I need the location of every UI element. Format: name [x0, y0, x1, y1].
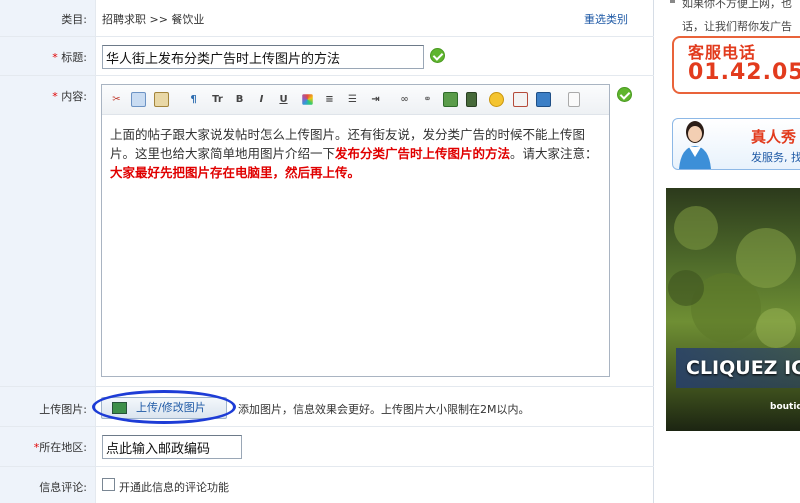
post-form: 类目: 招聘求职 >> 餐饮业 重选类别 * 标题: * 内容: ✂ ¶ Tr … — [0, 0, 654, 503]
comment-label: 信息评论: — [0, 467, 96, 503]
content-label: * 内容: — [0, 76, 96, 386]
bullet-icon — [670, 0, 675, 3]
link-icon[interactable]: ∞ — [397, 92, 412, 107]
category-label: 类目: — [0, 0, 96, 36]
editor-toolbar: ✂ ¶ Tr B I U ≡ ☰ ⇥ ∞ ⚭ — [102, 85, 609, 115]
category-value: 招聘求职 >> 餐饮业 — [102, 13, 205, 26]
check-valid-icon — [430, 48, 445, 63]
sidebar-note-line1: 如果你不方便上网，也 — [682, 0, 792, 10]
title-label: * 标题: — [0, 37, 96, 75]
category-row: 类目: 招聘求职 >> 餐饮业 重选类别 — [0, 0, 654, 37]
content-highlight-method: 发布分类广告时上传图片的方法 — [335, 146, 511, 161]
postal-code-input[interactable] — [102, 435, 242, 459]
service-banner[interactable]: 真人秀 发服务, 找 — [672, 118, 800, 170]
edit-icon[interactable] — [513, 92, 528, 107]
copy-icon[interactable] — [131, 92, 146, 107]
list-icon[interactable]: ☰ — [345, 92, 360, 107]
region-label: *所在地区: — [0, 427, 96, 466]
highlight-ellipse — [92, 390, 236, 424]
unlink-icon[interactable]: ⚭ — [420, 92, 435, 107]
reselect-category-link[interactable]: 重选类别 — [584, 11, 628, 27]
enable-comments-checkbox[interactable] — [102, 478, 115, 491]
ad-cta-text[interactable]: CLIQUEZ ICI — [676, 348, 800, 388]
ad-background-image — [668, 206, 796, 348]
service-subtitle: 发服务, 找 — [751, 151, 800, 164]
upload-hint: 添加图片，信息效果会更好。上传图片大小限制在2M以内。 — [238, 403, 530, 416]
paste-icon[interactable] — [154, 92, 169, 107]
hotline-banner[interactable]: 客服电话 01.42.05 — [672, 36, 800, 94]
service-title: 真人秀 — [751, 128, 797, 146]
bold-icon[interactable]: B — [232, 92, 247, 107]
title-row: * 标题: — [0, 37, 654, 76]
emoticon-icon[interactable] — [489, 92, 504, 107]
font-size-icon[interactable]: Tr — [210, 92, 225, 107]
content-row: * 内容: ✂ ¶ Tr B I U ≡ ☰ ⇥ ∞ ⚭ 上面的帖子跟大家说发帖… — [0, 76, 654, 387]
hotline-number: 01.42.05 — [688, 60, 800, 85]
region-row: *所在地区: — [0, 427, 654, 467]
document-icon[interactable] — [568, 92, 580, 107]
format-icon[interactable]: ¶ — [186, 92, 201, 107]
rich-text-editor[interactable]: ✂ ¶ Tr B I U ≡ ☰ ⇥ ∞ ⚭ 上面的帖子跟大家说发帖时怎么上传图… — [101, 84, 610, 377]
indent-icon[interactable]: ⇥ — [368, 92, 383, 107]
media-icon[interactable] — [466, 92, 477, 107]
italic-icon[interactable]: I — [254, 92, 269, 107]
upload-label: 上传图片: — [0, 387, 96, 426]
agent-avatar-icon — [679, 121, 711, 169]
title-input[interactable] — [102, 45, 424, 69]
content-highlight-tip: 大家最好先把图片存在电脑里，然后再上传。 — [110, 165, 361, 180]
upload-row: 上传图片: 上传/修改图片 添加图片，信息效果会更好。上传图片大小限制在2M以内… — [0, 387, 654, 427]
align-icon[interactable]: ≡ — [322, 92, 337, 107]
comment-row: 信息评论: 开通此信息的评论功能 — [0, 467, 654, 503]
ad-brand-text: boutiq — [770, 402, 800, 412]
image-icon[interactable] — [443, 92, 458, 107]
color-icon[interactable] — [302, 94, 313, 105]
content-text-note: 。请大家注意： — [510, 146, 598, 161]
cut-icon[interactable]: ✂ — [109, 92, 124, 107]
enable-comments-label[interactable]: 开通此信息的评论功能 — [119, 479, 229, 495]
advertisement-banner[interactable]: CLIQUEZ ICI boutiq — [666, 188, 800, 431]
editor-content[interactable]: 上面的帖子跟大家说发帖时怎么上传图片。还有街友说，发分类广告的时候不能上传图片。… — [102, 115, 609, 192]
underline-icon[interactable]: U — [276, 92, 291, 107]
right-sidebar: 如果你不方便上网，也 话，让我们帮你发广告 客服电话 01.42.05 真人秀 … — [655, 0, 800, 503]
save-icon[interactable] — [536, 92, 551, 107]
sidebar-note-line2: 话，让我们帮你发广告 — [682, 20, 792, 33]
check-valid-icon — [617, 87, 632, 102]
